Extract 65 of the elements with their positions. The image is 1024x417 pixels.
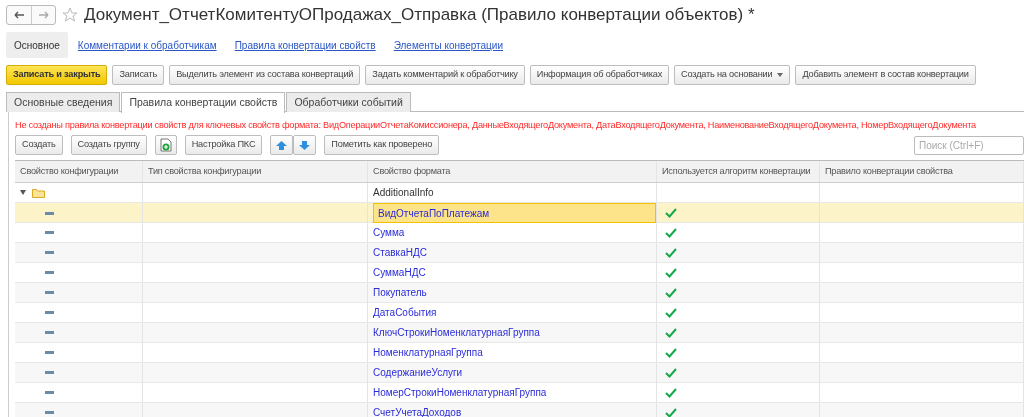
property-icon <box>45 351 54 354</box>
up-arrow-icon <box>276 140 288 150</box>
toolbar-button[interactable]: Создать <box>15 135 63 155</box>
save-close-button[interactable]: Записать и закрыть <box>6 65 108 85</box>
property-icon <box>45 411 54 414</box>
form-tab[interactable]: Правила конвертации свойств <box>121 92 286 113</box>
page-nav-link[interactable]: Комментарии к обработчикам <box>69 32 225 58</box>
command-button[interactable]: Записать <box>112 65 165 85</box>
column-header: Тип свойства конфигурации <box>143 161 368 182</box>
caret-icon <box>777 73 784 77</box>
toolbar-button[interactable]: Настройка ПКС <box>184 135 263 155</box>
form-tab[interactable]: Основные сведения <box>6 92 121 112</box>
format-property: КлючСтрокиНоменклатурнаяГруппа <box>373 326 540 340</box>
property-icon <box>45 231 54 234</box>
property-icon <box>45 211 54 215</box>
column-header: Свойство конфигурации <box>15 161 143 182</box>
folder-icon <box>32 187 45 198</box>
down-arrow-icon <box>299 140 311 150</box>
move-up-button[interactable] <box>270 135 294 155</box>
format-property: СодержаниеУслуги <box>373 366 463 380</box>
back-arrow-icon <box>14 11 24 19</box>
command-button[interactable]: Добавить элемент в состав конвертации <box>795 65 976 85</box>
format-property: СуммаНДС <box>373 266 426 280</box>
page-nav-link[interactable]: Элементы конвертации <box>385 32 512 58</box>
property-icon <box>45 331 54 334</box>
toolbar-button[interactable]: Пометить как проверено <box>324 135 440 155</box>
format-property: ВидОтчетаПоПлатежам <box>373 203 656 223</box>
command-button[interactable]: Информация об обработчиках <box>529 65 670 85</box>
format-property: ДатаСобытия <box>373 306 437 320</box>
move-down-button[interactable] <box>293 135 317 155</box>
property-icon <box>45 311 54 314</box>
property-icon <box>45 291 54 294</box>
page-nav-link[interactable]: Основное <box>6 32 68 58</box>
table-row[interactable]: СтавкаНДС <box>15 243 1024 263</box>
form-tab[interactable]: Обработчики событий <box>286 92 411 112</box>
table-row[interactable]: СодержаниеУслуги <box>15 363 1024 383</box>
property-icon <box>45 391 54 394</box>
file-plus-icon <box>159 138 172 152</box>
search-field[interactable]: Поиск (Ctrl+F) <box>914 135 1024 155</box>
format-property: Покупатель <box>373 286 427 300</box>
column-header: Правило конвертации свойства <box>820 161 1024 182</box>
format-property: AdditionalInfo <box>373 186 434 200</box>
property-icon <box>45 271 54 274</box>
command-button[interactable]: Выделить элемент из состава конвертаций <box>169 65 361 85</box>
add-file-button[interactable] <box>154 135 177 155</box>
window-title: Документ_ОтчетКомитентуОПродажах_Отправка (Правило конвертации объектов) * <box>84 4 755 26</box>
column-header: Используется алгоритм конвертации <box>657 161 820 182</box>
property-icon <box>45 371 54 374</box>
warning-message: Не созданы правила конвертации свойств для ключевых свойств формата: ВидОперацииОтчетаКомиссионера, ДанныеВходящегоДокумента, ДатаВходящегоДокумента, НаименованиеВходящегоДокумента, НомерВходящегоДокумента <box>14 119 977 132</box>
command-button[interactable]: Задать комментарий к обработчику <box>365 65 525 85</box>
table-row[interactable]: ВидОтчетаПоПлатежам <box>15 203 1024 223</box>
command-button[interactable]: Создать на основании <box>674 65 791 85</box>
format-property: СтавкаНДС <box>373 246 427 260</box>
expand-toggle-icon[interactable] <box>20 190 26 195</box>
format-property: НомерСтрокиНоменклатурнаяГруппа <box>373 386 547 400</box>
page-nav-link[interactable]: Правила конвертации свойств <box>226 32 384 58</box>
format-property: Сумма <box>373 226 405 240</box>
table-row[interactable]: КлючСтрокиНоменклатурнаяГруппа <box>15 323 1024 343</box>
forward-arrow-icon <box>38 11 49 19</box>
toolbar-button[interactable]: Создать группу <box>70 135 147 155</box>
column-header: Свойство формата <box>368 161 657 182</box>
table-row[interactable]: Покупатель <box>15 283 1024 303</box>
star-icon[interactable] <box>62 7 78 23</box>
property-icon <box>45 251 54 254</box>
format-property: НоменклатурнаяГруппа <box>373 346 483 360</box>
